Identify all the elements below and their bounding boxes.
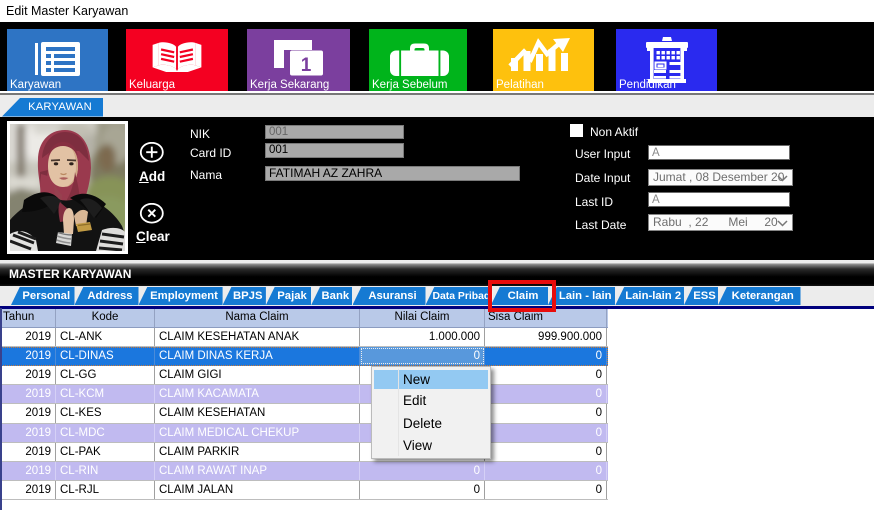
- svg-text:1: 1: [301, 55, 312, 76]
